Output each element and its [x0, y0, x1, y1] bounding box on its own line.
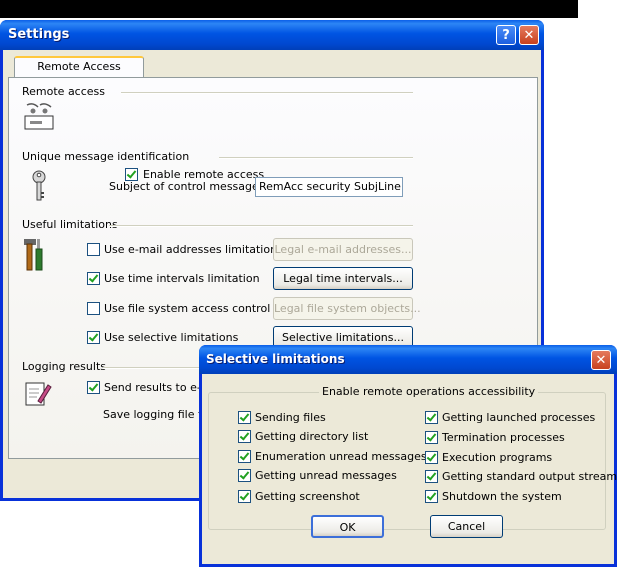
enumeration-unread-checkbox[interactable]: [238, 450, 251, 463]
ok-button[interactable]: OK: [311, 515, 384, 538]
tools-icon: [24, 239, 43, 271]
sending-files-label: Sending files: [255, 411, 326, 424]
background-bar: [0, 0, 578, 18]
getting-stdout-checkbox[interactable]: [425, 470, 438, 483]
email-limitation-checkbox[interactable]: [87, 243, 100, 256]
time-limitation-checkbox[interactable]: [87, 272, 100, 285]
shutdown-system-label: Shutdown the system: [442, 490, 562, 503]
key-icon: [32, 170, 46, 201]
shutdown-system-checkbox[interactable]: [425, 490, 438, 503]
email-limitation-label: Use e-mail addresses limitation: [104, 243, 278, 256]
operations-groupbox: Enable remote operations accessibility S…: [208, 385, 617, 530]
close-button[interactable]: ✕: [519, 25, 539, 45]
dialog-client-area: Enable remote operations accessibility S…: [202, 374, 617, 564]
execution-programs-checkbox[interactable]: [425, 451, 438, 464]
sending-files-checkbox[interactable]: [238, 411, 251, 424]
dialog-close-button[interactable]: ✕: [591, 350, 611, 370]
getting-directory-list-checkbox[interactable]: [238, 430, 251, 443]
settings-titlebar[interactable]: Settings ? ✕: [0, 20, 544, 50]
getting-directory-list-label: Getting directory list: [255, 430, 369, 443]
groupbox-title: Enable remote operations accessibility: [319, 385, 539, 398]
selective-limitations-label: Use selective limitations: [104, 331, 239, 344]
execution-programs-label: Execution programs: [442, 451, 553, 464]
getting-screenshot-label: Getting screenshot: [255, 490, 360, 503]
legal-email-addresses-button[interactable]: Legal e-mail addresses...: [273, 238, 413, 261]
send-results-checkbox[interactable]: [87, 381, 100, 394]
getting-stdout-label: Getting standard output stream: [442, 470, 617, 483]
cancel-button[interactable]: Cancel: [430, 515, 503, 538]
legal-time-intervals-button[interactable]: Legal time intervals...: [273, 267, 413, 290]
section-divider: [121, 92, 413, 94]
tab-remote-access[interactable]: Remote Access: [14, 56, 144, 78]
section-remote-access-title: Remote access: [22, 85, 106, 98]
termination-processes-label: Termination processes: [442, 431, 565, 444]
getting-launched-processes-checkbox[interactable]: [425, 411, 438, 424]
getting-screenshot-checkbox[interactable]: [238, 490, 251, 503]
time-limitation-label: Use time intervals limitation: [104, 272, 260, 285]
section-divider: [103, 367, 203, 369]
legal-file-system-objects-button[interactable]: Legal file system objects...: [273, 297, 421, 320]
save-logging-label: Save logging file to:: [103, 408, 213, 421]
section-message-id-title: Unique message identification: [22, 150, 190, 163]
getting-unread-checkbox[interactable]: [238, 469, 251, 482]
filesystem-control-label: Use file system access control: [104, 302, 271, 315]
help-button[interactable]: ?: [496, 25, 516, 45]
remote-keyboard-icon: [24, 103, 54, 130]
getting-launched-processes-label: Getting launched processes: [442, 411, 596, 424]
getting-unread-label: Getting unread messages: [255, 469, 397, 482]
section-divider: [109, 225, 413, 227]
subject-label: Subject of control message:: [109, 180, 263, 193]
filesystem-control-checkbox[interactable]: [87, 302, 100, 315]
settings-title: Settings: [8, 27, 70, 42]
termination-processes-checkbox[interactable]: [425, 431, 438, 444]
section-logging-title: Logging results: [22, 360, 106, 373]
logging-pen-icon: [25, 382, 52, 406]
selective-limitations-dialog: Selective limitations ✕ Enable remote op…: [199, 345, 617, 567]
subject-input[interactable]: RemAcc security SubjLine: [255, 177, 403, 197]
dialog-titlebar[interactable]: Selective limitations ✕: [199, 345, 617, 374]
section-limitations-title: Useful limitations: [22, 218, 118, 231]
dialog-title: Selective limitations: [206, 352, 345, 366]
section-divider: [219, 157, 413, 159]
enumeration-unread-label: Enumeration unread messages: [255, 450, 427, 463]
selective-limitations-checkbox[interactable]: [87, 331, 100, 344]
